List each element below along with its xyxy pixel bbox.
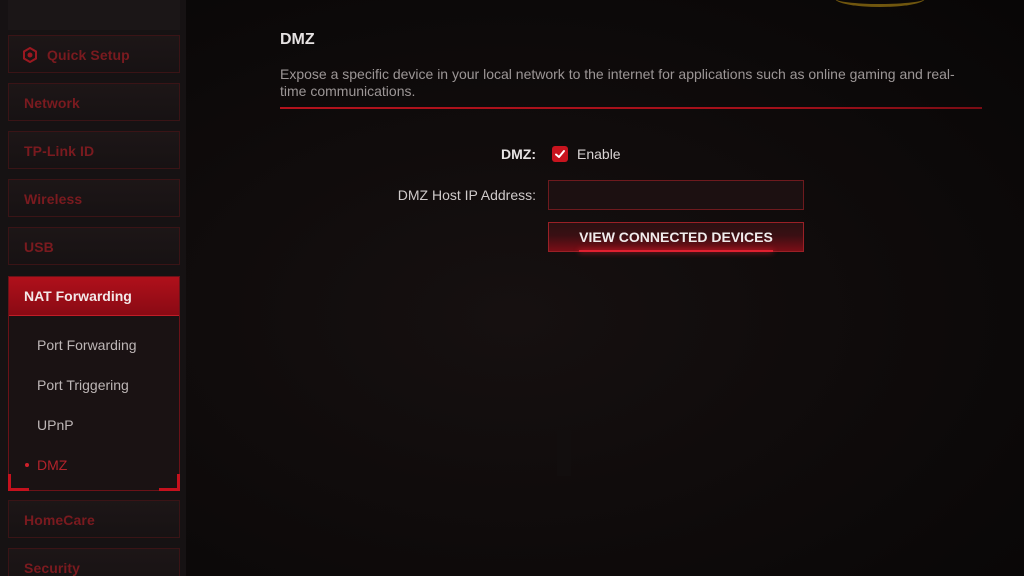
sidebar-subitem-port-forwarding[interactable]: Port Forwarding <box>9 329 179 361</box>
sidebar-item-label: USB <box>24 239 54 255</box>
nat-forwarding-group: NAT Forwarding Port Forwarding Port Trig… <box>8 276 180 491</box>
sidebar-subitem-port-triggering[interactable]: Port Triggering <box>9 369 179 401</box>
sidebar-item-network[interactable]: Network <box>8 83 180 121</box>
checkmark-icon <box>555 150 565 158</box>
sidebar-item-tp-link-id[interactable]: TP-Link ID <box>8 131 180 169</box>
enable-label: Enable <box>577 146 621 162</box>
sidebar-subitem-label: Port Triggering <box>37 377 129 393</box>
dmz-enable-checkbox[interactable] <box>552 146 568 162</box>
sidebar-item-quick-setup[interactable]: Quick Setup <box>8 35 180 73</box>
page-description: Expose a specific device in your local n… <box>280 66 955 99</box>
sidebar-item-label: HomeCare <box>24 512 95 528</box>
sidebar-item-security[interactable]: Security <box>8 548 180 576</box>
dmz-field-label: DMZ: <box>501 146 536 162</box>
sidebar-top-panel <box>8 0 180 30</box>
dmz-host-ip-input[interactable] <box>548 180 804 210</box>
background-artifact <box>557 430 571 476</box>
sidebar-item-homecare[interactable]: HomeCare <box>8 500 180 538</box>
header-glow-decoration <box>835 0 925 7</box>
sidebar-subitem-label: DMZ <box>37 457 68 473</box>
sidebar-item-label: Wireless <box>24 191 83 207</box>
sidebar-item-label: NAT Forwarding <box>24 288 132 304</box>
page-title: DMZ <box>280 31 315 48</box>
sidebar-item-label: TP-Link ID <box>24 143 95 159</box>
sidebar-item-label: Network <box>24 95 80 111</box>
sidebar-item-label: Security <box>24 560 81 576</box>
sidebar-subitem-label: UPnP <box>37 417 74 433</box>
sidebar: Quick Setup Network TP-Link ID Wireless … <box>0 0 186 576</box>
gear-icon <box>22 46 38 64</box>
sidebar-item-label: Quick Setup <box>47 47 130 63</box>
sidebar-item-wireless[interactable]: Wireless <box>8 179 180 217</box>
group-corner-accent <box>159 474 180 491</box>
sidebar-subitem-upnp[interactable]: UPnP <box>9 409 179 441</box>
sidebar-subitem-label: Port Forwarding <box>37 337 137 353</box>
view-connected-devices-button[interactable]: VIEW CONNECTED DEVICES <box>548 222 804 252</box>
title-divider <box>280 107 982 109</box>
group-corner-accent <box>8 474 29 491</box>
dmz-host-ip-label: DMZ Host IP Address: <box>397 187 536 203</box>
sidebar-item-nat-forwarding[interactable]: NAT Forwarding <box>9 277 179 316</box>
sidebar-item-usb[interactable]: USB <box>8 227 180 265</box>
router-admin-app: Quick Setup Network TP-Link ID Wireless … <box>0 0 1024 576</box>
active-bullet-icon <box>25 463 29 467</box>
sidebar-subitem-dmz[interactable]: DMZ <box>9 449 179 481</box>
